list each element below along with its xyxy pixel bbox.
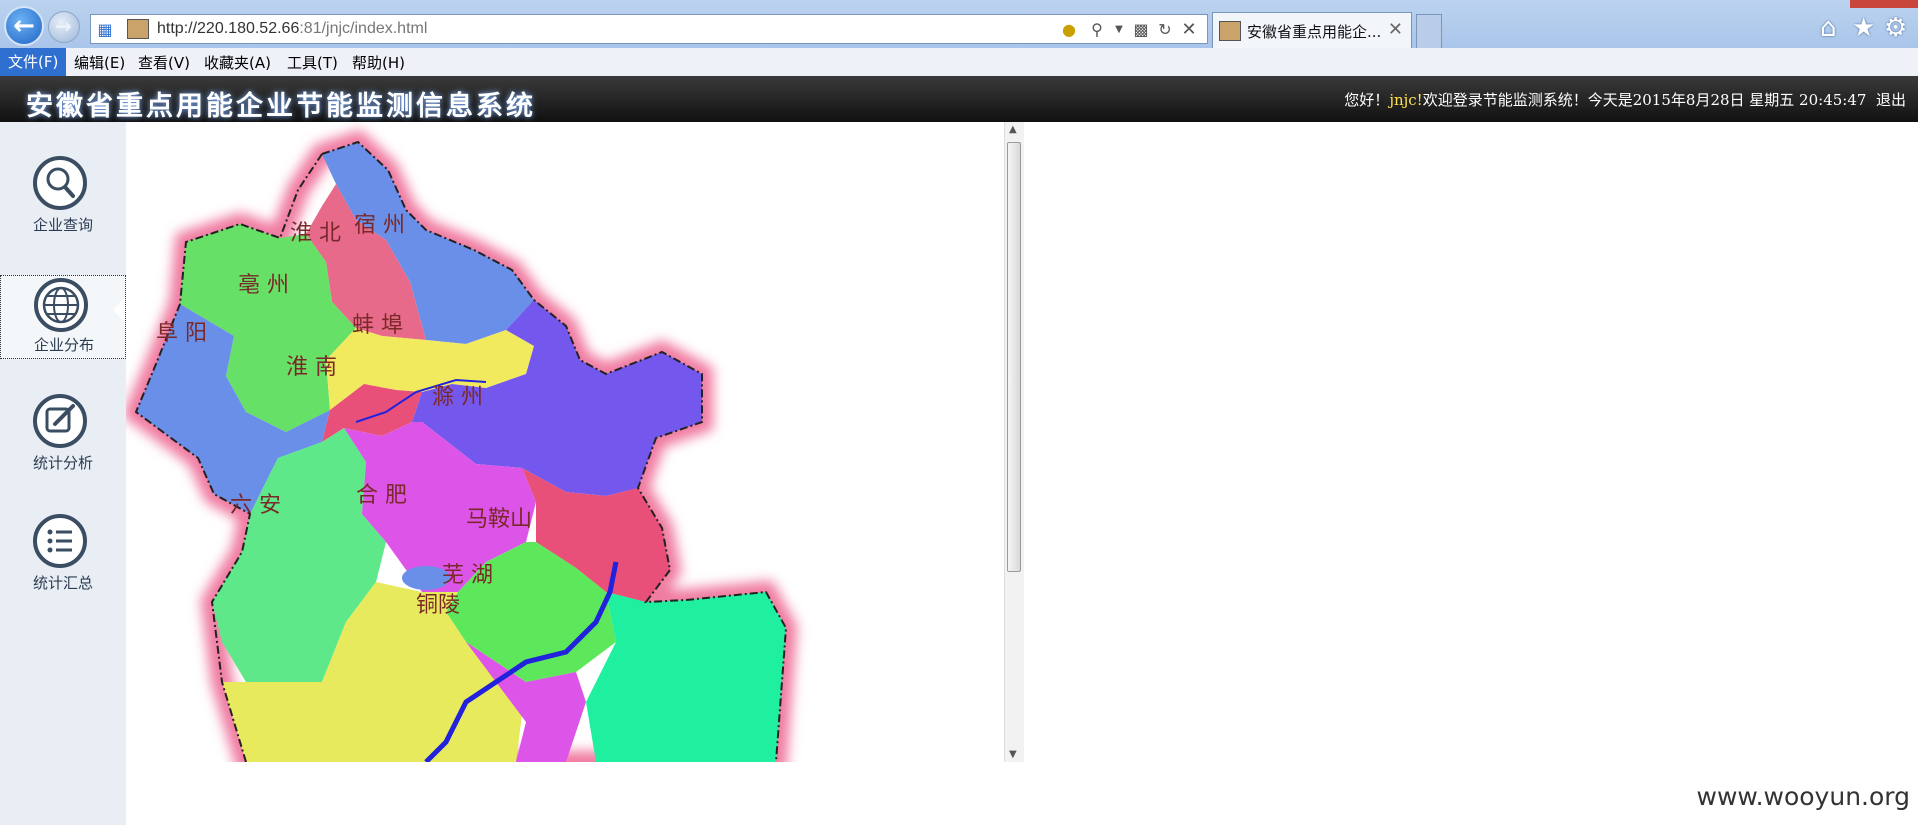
region-xuancheng[interactable]	[586, 592, 786, 762]
tab-close-icon[interactable]: ✕	[1388, 19, 1403, 40]
forward-arrow-icon: →	[55, 14, 72, 38]
list-icon	[33, 514, 87, 568]
search-icon[interactable]: ⚲	[1087, 20, 1107, 40]
tab-favicon	[1219, 21, 1241, 41]
stop-icon[interactable]: ✕	[1179, 20, 1199, 40]
system-title: 安徽省重点用能企业节能监测信息系统	[26, 91, 536, 122]
security-icon[interactable]: ●	[1059, 20, 1079, 40]
new-tab-button[interactable]	[1416, 14, 1442, 48]
city-label-bengbu[interactable]: 蚌 埠	[352, 313, 403, 338]
forward-button[interactable]: →	[48, 11, 80, 43]
url-host: http://220.180.52.66	[157, 20, 300, 37]
sidebar-item-statistical-analysis[interactable]: 统计分析	[0, 388, 126, 472]
city-label-maanshan[interactable]: 马鞍山	[466, 507, 532, 532]
sidebar-item-label: 统计汇总	[32, 574, 93, 592]
search-icon	[33, 156, 87, 210]
city-label-huaibei[interactable]: 淮 北	[290, 221, 341, 246]
province-map[interactable]: 淮 北 宿 州 亳 州 蚌 埠 阜 阳 淮 南 滁 州 六 安 合 肥 马鞍山 …	[126, 122, 1006, 762]
dropdown-chevron-icon[interactable]: ▼	[1109, 20, 1129, 40]
vertical-scrollbar[interactable]: ▲ ▼	[1004, 122, 1024, 762]
sidebar: 企业查询 企业分布 统计分析 统计汇总	[0, 122, 126, 825]
globe-icon	[34, 278, 88, 332]
back-button[interactable]: ←	[4, 6, 44, 46]
logout-link[interactable]: 退出	[1876, 91, 1906, 109]
sidebar-item-label: 企业分布	[33, 336, 94, 354]
greeting-text: 您好！jnjc!欢迎登录节能监测系统！今天是2015年8月28日 星期五 20:…	[1344, 89, 1906, 110]
sidebar-item-label: 统计分析	[32, 454, 93, 472]
compatibility-icon[interactable]: ▩	[1131, 20, 1151, 40]
browser-tab[interactable]: 安徽省重点用能企... ✕	[1212, 12, 1412, 48]
sidebar-item-statistical-summary[interactable]: 统计汇总	[0, 508, 126, 592]
watermark: www.wooyun.org	[1696, 782, 1910, 811]
favorites-star-icon[interactable]: ★	[1852, 13, 1875, 43]
tab-title: 安徽省重点用能企...	[1247, 23, 1382, 41]
menu-view[interactable]: 查看(V)	[136, 52, 192, 73]
site-favicon	[127, 19, 149, 39]
menu-edit[interactable]: 编辑(E)	[72, 52, 127, 73]
scroll-thumb[interactable]	[1007, 142, 1021, 572]
home-icon[interactable]: ⌂	[1820, 13, 1837, 43]
edit-icon	[33, 394, 87, 448]
compat-view-icon[interactable]: ▦	[95, 20, 115, 40]
city-label-hefei[interactable]: 合 肥	[356, 483, 407, 508]
city-label-tongling[interactable]: 铜陵	[416, 593, 460, 618]
city-label-huainan[interactable]: 淮 南	[286, 355, 337, 380]
browser-toolbar: ← → ▦ http://220.180.52.66:81/jnjc/index…	[0, 0, 1918, 48]
city-label-suzhou[interactable]: 宿 州	[354, 213, 405, 238]
scroll-down-arrow-icon[interactable]: ▼	[1009, 749, 1017, 760]
menu-favorites[interactable]: 收藏夹(A)	[202, 52, 273, 73]
menu-help[interactable]: 帮助(H)	[350, 52, 407, 73]
sidebar-item-enterprise-distribution[interactable]: 企业分布	[0, 275, 126, 359]
url-path: :81/jnjc/index.html	[299, 20, 428, 37]
city-label-luan[interactable]: 六 安	[230, 493, 281, 518]
selection-notch	[113, 298, 125, 322]
page-header: 安徽省重点用能企业节能监测信息系统 您好！jnjc!欢迎登录节能监测系统！今天是…	[0, 76, 1918, 122]
refresh-icon[interactable]: ↻	[1155, 20, 1175, 40]
sidebar-item-enterprise-query[interactable]: 企业查询	[0, 150, 126, 234]
city-label-fuyang[interactable]: 阜 阳	[156, 321, 207, 346]
url-text[interactable]: http://220.180.52.66:81/jnjc/index.html	[157, 20, 427, 38]
sidebar-item-label: 企业查询	[32, 216, 93, 234]
back-arrow-icon: ←	[13, 11, 35, 41]
settings-gear-icon[interactable]: ⚙	[1884, 13, 1907, 43]
city-label-chuzhou[interactable]: 滁 州	[432, 385, 483, 410]
city-label-bozhou[interactable]: 亳 州	[238, 273, 289, 298]
map-panel: 淮 北 宿 州 亳 州 蚌 埠 阜 阳 淮 南 滁 州 六 安 合 肥 马鞍山 …	[126, 122, 1006, 762]
menu-bar: 文件(F) 编辑(E) 查看(V) 收藏夹(A) 工具(T) 帮助(H)	[0, 48, 1918, 77]
window-close-button[interactable]	[1850, 0, 1918, 8]
username: jnjc!	[1389, 91, 1423, 109]
greeting-suffix: 欢迎登录节能监测系统！今天是2015年8月28日 星期五 20:45:47	[1422, 91, 1867, 109]
city-label-wuhu[interactable]: 芜 湖	[442, 563, 493, 588]
menu-tools[interactable]: 工具(T)	[285, 52, 340, 73]
greeting-prefix: 您好！	[1344, 91, 1390, 109]
scroll-up-arrow-icon[interactable]: ▲	[1009, 124, 1017, 135]
address-bar[interactable]: ▦ http://220.180.52.66:81/jnjc/index.htm…	[90, 14, 1208, 44]
menu-file[interactable]: 文件(F)	[0, 48, 67, 76]
